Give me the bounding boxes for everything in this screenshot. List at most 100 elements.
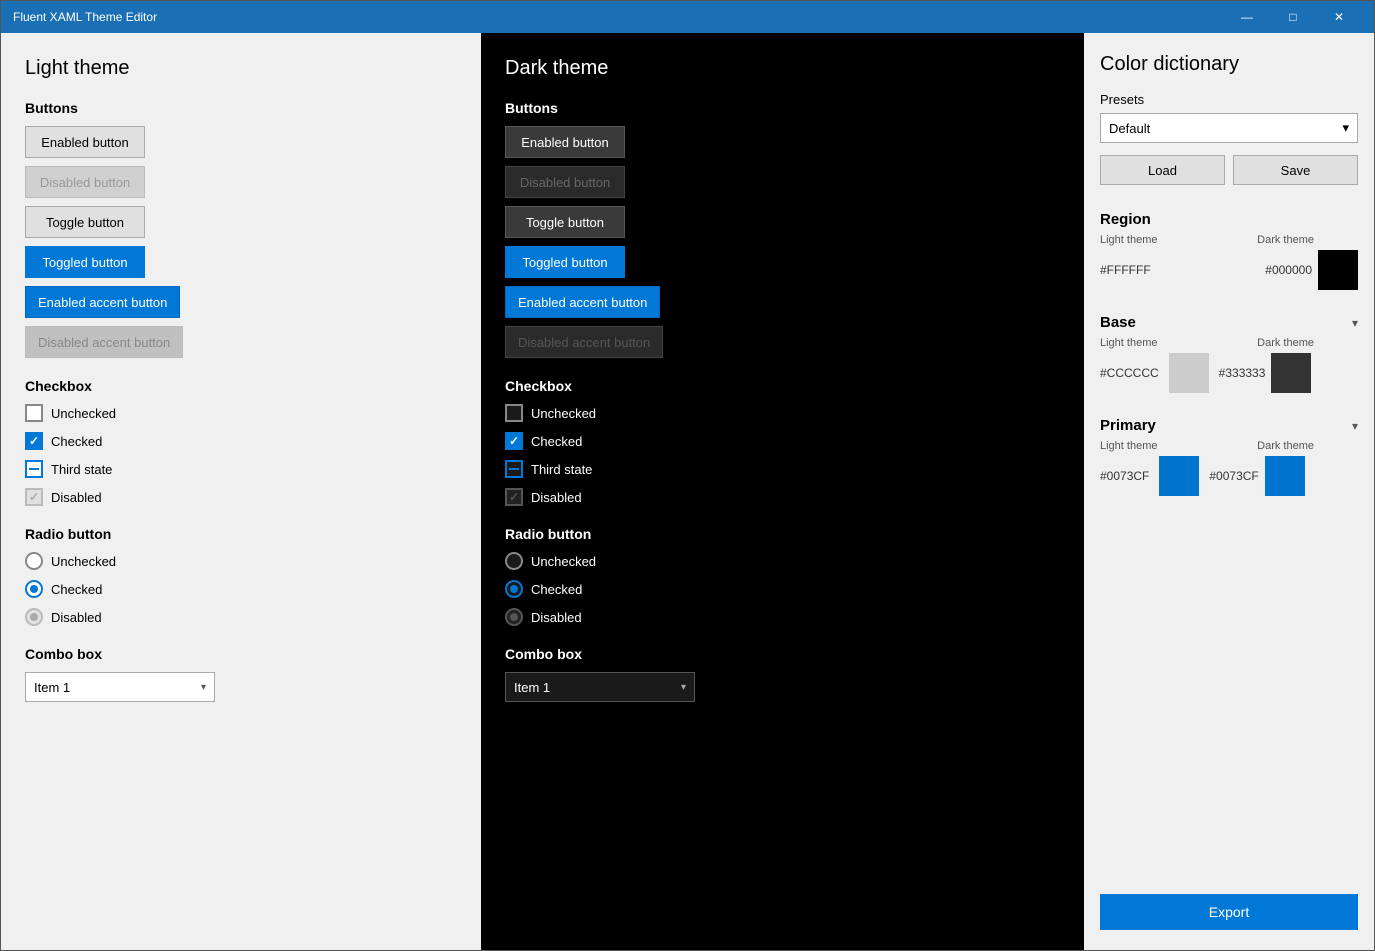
- dark-checkbox-unchecked-box[interactable]: [505, 404, 523, 422]
- dark-checkbox-unchecked-label: Unchecked: [531, 406, 596, 421]
- light-combo-label: Combo box: [25, 646, 457, 662]
- color-dictionary-panel: Color dictionary Presets Default ▾ Load …: [1084, 33, 1374, 950]
- region-dark-swatch[interactable]: [1318, 250, 1358, 290]
- light-radio-unchecked-circle[interactable]: [25, 552, 43, 570]
- radio-dot-icon: [30, 585, 38, 593]
- dark-radio-dot-icon: [510, 585, 518, 593]
- dark-radio-label: Radio button: [505, 526, 1060, 542]
- window-controls: — □ ✕: [1224, 1, 1362, 33]
- dark-checkbox-checked[interactable]: ✓ Checked: [505, 432, 1060, 450]
- primary-collapse-icon[interactable]: ▾: [1352, 419, 1358, 433]
- primary-dark-swatch[interactable]: [1265, 456, 1305, 496]
- dark-panel-title: Dark theme: [505, 57, 1060, 80]
- dark-checkbox-third-state[interactable]: Third state: [505, 460, 1060, 478]
- light-theme-panel: Light theme Buttons Enabled button Disab…: [1, 33, 481, 950]
- primary-light-hex: #0073CF: [1100, 469, 1149, 483]
- dark-radio-unchecked[interactable]: Unchecked: [505, 552, 1060, 570]
- dark-checkbox-third-label: Third state: [531, 462, 592, 477]
- minimize-button[interactable]: —: [1224, 1, 1270, 33]
- dark-button-group: Enabled button Disabled button Toggle bu…: [505, 126, 1060, 358]
- light-checkbox-unchecked-box[interactable]: [25, 404, 43, 422]
- primary-section: Primary ▾ Light theme Dark theme #0073CF…: [1100, 407, 1358, 496]
- dark-toggled-button[interactable]: Toggled button: [505, 246, 625, 278]
- light-checkbox-third-state-box[interactable]: [25, 460, 43, 478]
- load-button[interactable]: Load: [1100, 155, 1225, 185]
- dark-radio-disabled: Disabled: [505, 608, 1060, 626]
- light-radio-checked-label: Checked: [51, 582, 102, 597]
- dark-radio-checked-circle[interactable]: [505, 580, 523, 598]
- region-light-theme-label: Light theme: [1100, 234, 1157, 246]
- disabled-radio-dot: [30, 613, 38, 621]
- dark-toggle-button[interactable]: Toggle button: [505, 206, 625, 238]
- primary-divider: Primary ▾: [1100, 417, 1358, 434]
- close-button[interactable]: ✕: [1316, 1, 1362, 33]
- dark-buttons-label: Buttons: [505, 100, 1060, 116]
- disabled-check-icon: ✓: [29, 490, 39, 504]
- light-enabled-button[interactable]: Enabled button: [25, 126, 145, 158]
- dark-checkbox-unchecked[interactable]: Unchecked: [505, 404, 1060, 422]
- app-window: Fluent XAML Theme Editor — □ ✕ Light the…: [0, 0, 1375, 951]
- dark-enabled-accent-button[interactable]: Enabled accent button: [505, 286, 660, 318]
- base-dark-swatch[interactable]: [1271, 353, 1311, 393]
- light-checkbox-disabled: ✓ Disabled: [25, 488, 457, 506]
- presets-label: Presets: [1100, 92, 1358, 107]
- base-dark-theme-label: Dark theme: [1257, 337, 1314, 349]
- light-toggled-button[interactable]: Toggled button: [25, 246, 145, 278]
- dark-combo-label: Combo box: [505, 646, 1060, 662]
- dark-radio-unchecked-label: Unchecked: [531, 554, 596, 569]
- light-checkbox-checked-box[interactable]: ✓: [25, 432, 43, 450]
- light-enabled-accent-button[interactable]: Enabled accent button: [25, 286, 180, 318]
- base-light-hex: #CCCCCC: [1100, 366, 1159, 380]
- dark-combo-value: Item 1: [514, 680, 550, 695]
- light-radio-disabled: Disabled: [25, 608, 457, 626]
- dark-enabled-button[interactable]: Enabled button: [505, 126, 625, 158]
- light-checkbox-third-state[interactable]: Third state: [25, 460, 457, 478]
- light-checkbox-checked-label: Checked: [51, 434, 102, 449]
- region-section: Region Light theme Dark theme #FFFFFF #0…: [1100, 201, 1358, 290]
- base-color-row: #CCCCCC #333333: [1100, 353, 1358, 393]
- dark-radio-group: Unchecked Checked Disabled: [505, 552, 1060, 626]
- preset-value: Default: [1109, 121, 1150, 136]
- light-radio-unchecked-label: Unchecked: [51, 554, 116, 569]
- light-checkbox-third-label: Third state: [51, 462, 112, 477]
- dark-theme-panel: Dark theme Buttons Enabled button Disabl…: [481, 33, 1084, 950]
- dark-checkbox-third-state-box[interactable]: [505, 460, 523, 478]
- light-radio-group: Unchecked Checked Disabled: [25, 552, 457, 626]
- base-label: Base: [1100, 314, 1136, 331]
- region-dark-theme-label: Dark theme: [1257, 234, 1314, 246]
- region-light-hex: #FFFFFF: [1100, 263, 1151, 277]
- light-toggle-button[interactable]: Toggle button: [25, 206, 145, 238]
- dark-radio-checked[interactable]: Checked: [505, 580, 1060, 598]
- maximize-button[interactable]: □: [1270, 1, 1316, 33]
- light-radio-unchecked[interactable]: Unchecked: [25, 552, 457, 570]
- light-checkbox-disabled-label: Disabled: [51, 490, 102, 505]
- base-light-swatch[interactable]: [1169, 353, 1209, 393]
- base-section: Base ▾ Light theme Dark theme #CCCCCC #3…: [1100, 304, 1358, 393]
- dark-radio-checked-label: Checked: [531, 582, 582, 597]
- export-button[interactable]: Export: [1100, 894, 1358, 930]
- light-checkbox-disabled-box: ✓: [25, 488, 43, 506]
- light-checkbox-unchecked-label: Unchecked: [51, 406, 116, 421]
- light-radio-checked[interactable]: Checked: [25, 580, 457, 598]
- base-collapse-icon[interactable]: ▾: [1352, 316, 1358, 330]
- light-checkbox-unchecked[interactable]: Unchecked: [25, 404, 457, 422]
- dark-checkbox-disabled-box: ✓: [505, 488, 523, 506]
- light-combo-value: Item 1: [34, 680, 70, 695]
- light-button-group: Enabled button Disabled button Toggle bu…: [25, 126, 457, 358]
- light-combo-box[interactable]: Item 1 ▾: [25, 672, 215, 702]
- base-divider: Base ▾: [1100, 314, 1358, 331]
- dark-checkbox-group: Unchecked ✓ Checked Third state ✓: [505, 404, 1060, 506]
- light-radio-disabled-circle: [25, 608, 43, 626]
- save-button[interactable]: Save: [1233, 155, 1358, 185]
- dark-checkbox-checked-box[interactable]: ✓: [505, 432, 523, 450]
- presets-dropdown[interactable]: Default ▾: [1100, 113, 1358, 143]
- light-radio-checked-circle[interactable]: [25, 580, 43, 598]
- primary-light-theme-label: Light theme: [1100, 440, 1157, 452]
- dark-disabled-button: Disabled button: [505, 166, 625, 198]
- dark-radio-unchecked-circle[interactable]: [505, 552, 523, 570]
- light-checkbox-checked[interactable]: ✓ Checked: [25, 432, 457, 450]
- dark-combo-box[interactable]: Item 1 ▾: [505, 672, 695, 702]
- primary-light-swatch[interactable]: [1159, 456, 1199, 496]
- preset-arrow-icon: ▾: [1342, 120, 1349, 136]
- primary-label: Primary: [1100, 417, 1156, 434]
